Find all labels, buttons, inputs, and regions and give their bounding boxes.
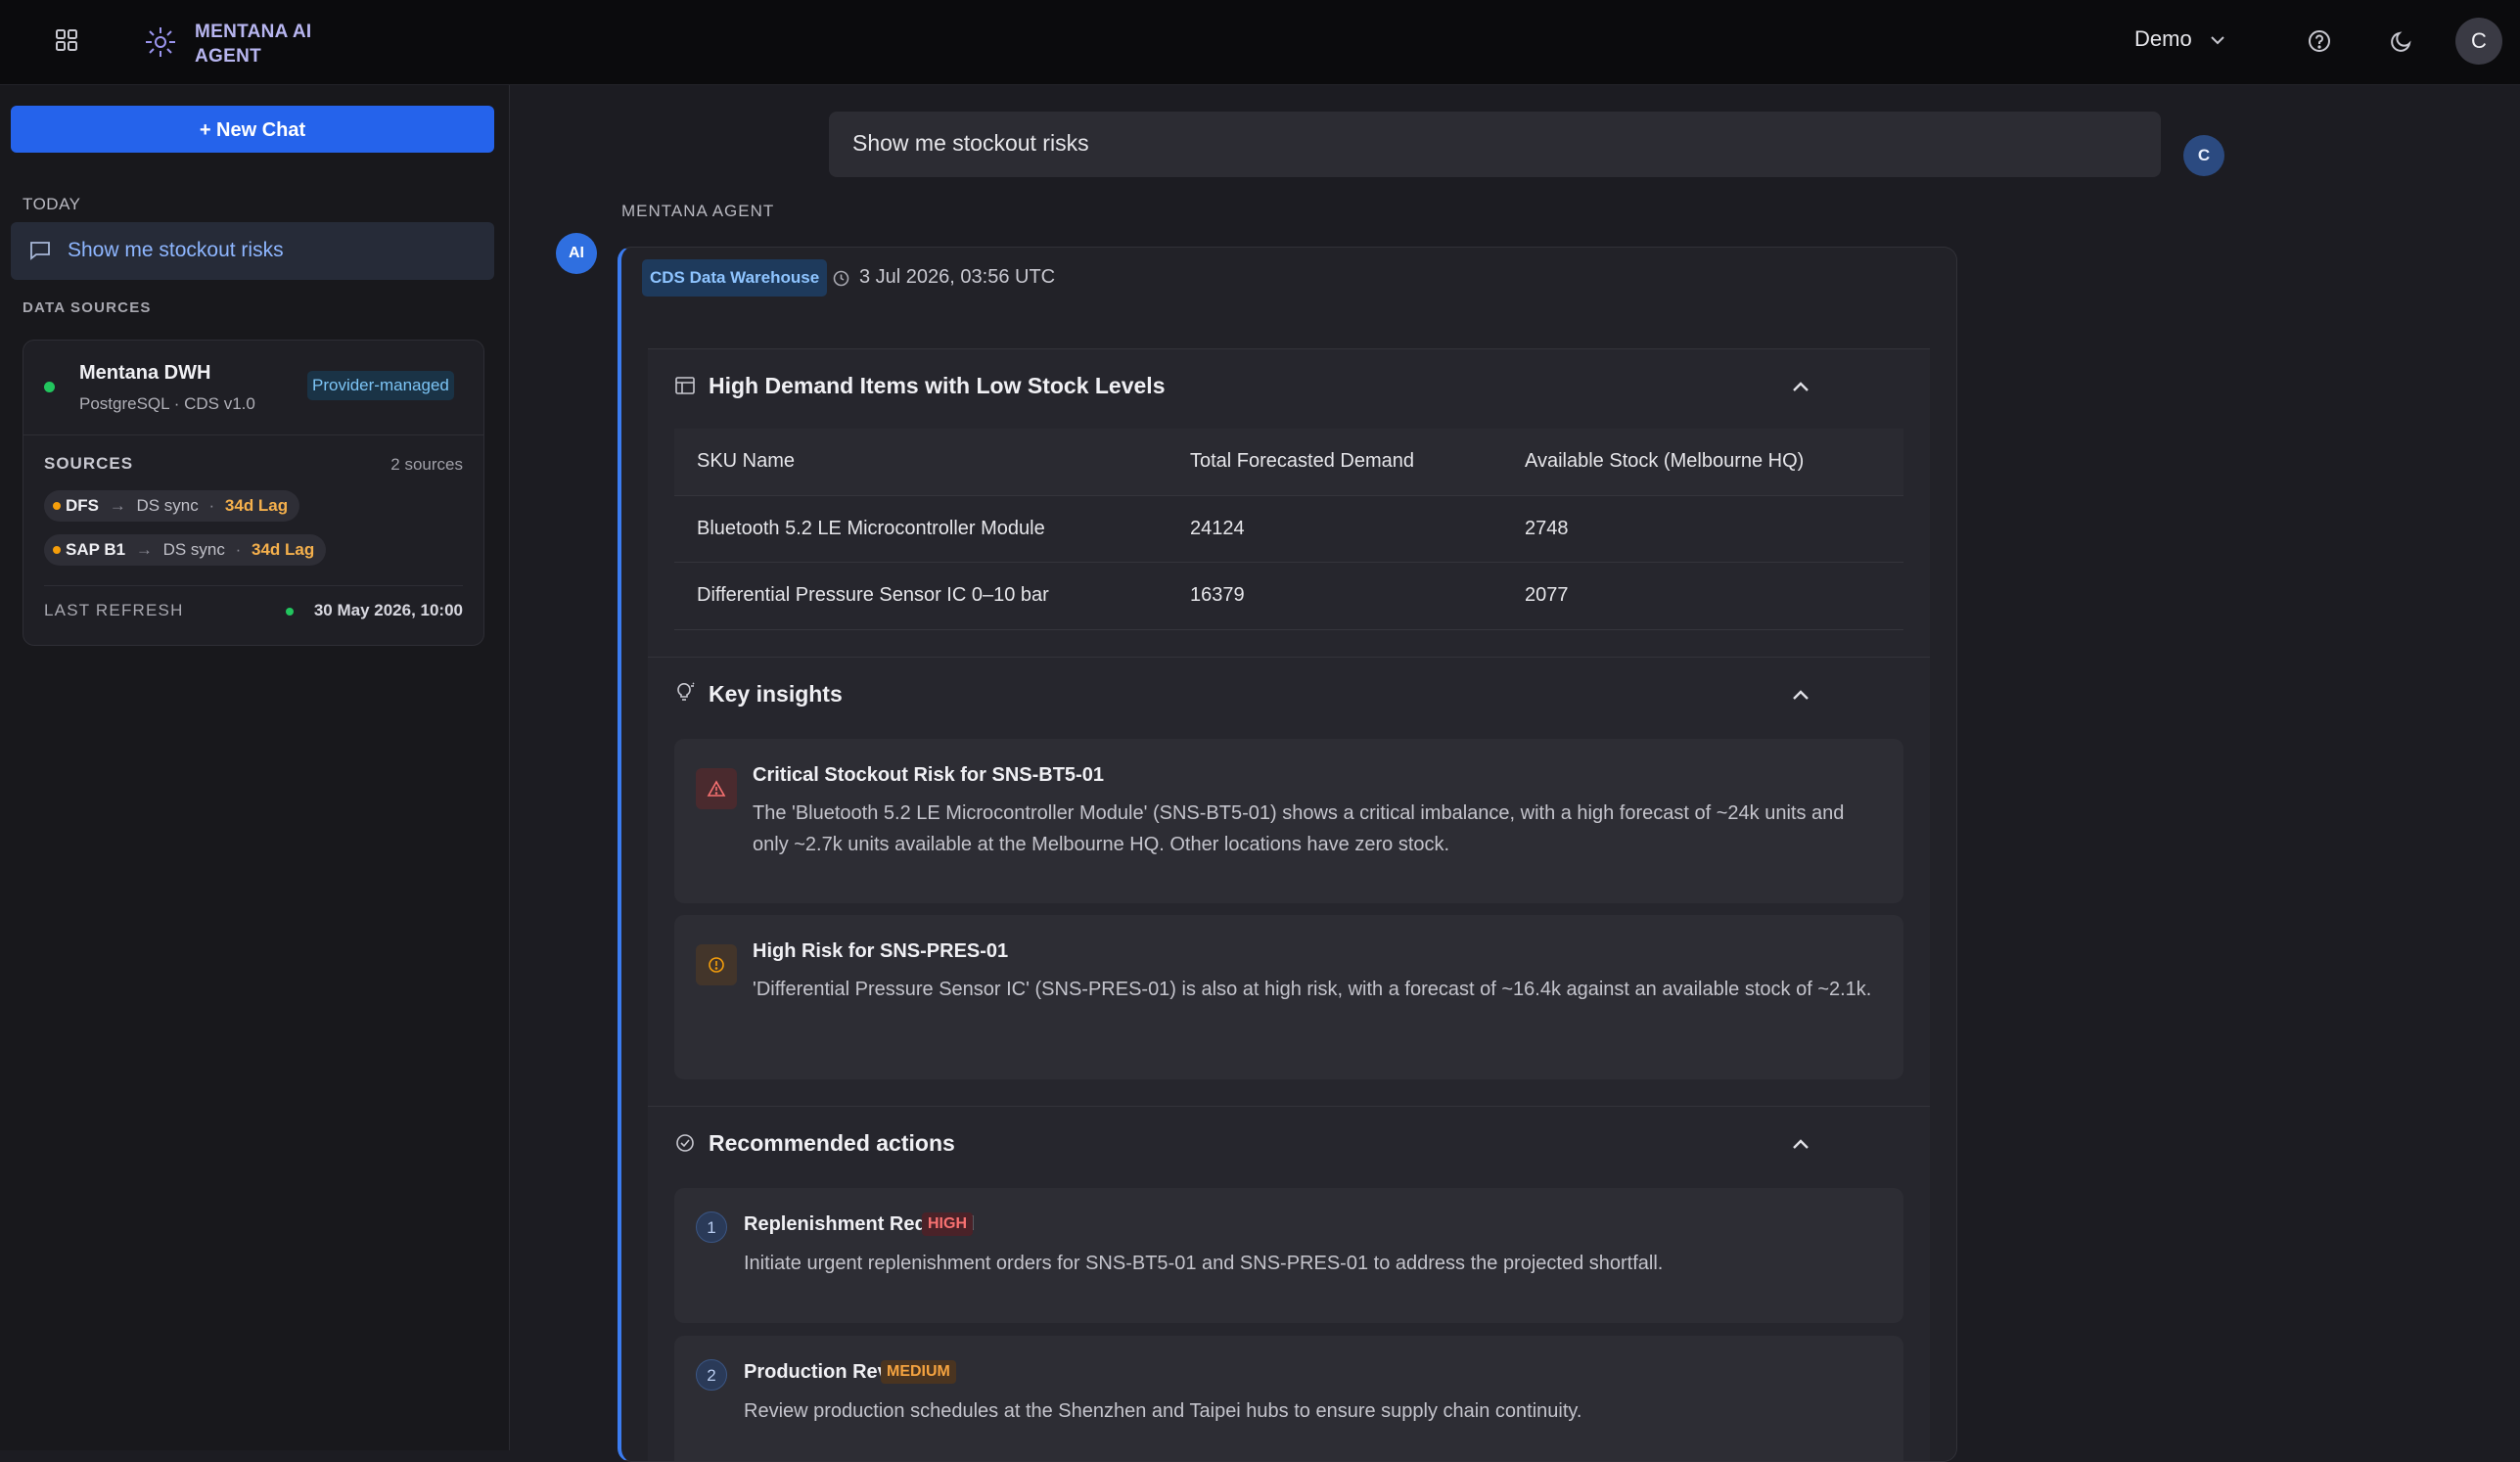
actions-section: Recommended actions 1 Replenishment Requ… [648, 1106, 1930, 1461]
divider [44, 585, 463, 586]
separator: · [208, 496, 215, 515]
chevron-down-icon[interactable] [2209, 31, 2226, 49]
actions-section-title: Recommended actions [709, 1130, 955, 1156]
table-cell: Differential Pressure Sensor IC 0–10 bar [697, 584, 1049, 606]
status-dot [286, 608, 294, 616]
table-cell: 16379 [1190, 584, 1245, 606]
arrow-right-icon: → [135, 540, 153, 559]
table-icon [675, 377, 695, 394]
column-header: Available Stock (Melbourne HQ) [1525, 450, 1805, 472]
source-chip-dfs[interactable]: DFS → DS sync · 34d Lag [44, 490, 300, 522]
data-source-card[interactable]: Mentana DWH PostgreSQL · CDS v1.0 Provid… [23, 340, 484, 646]
insight-card: High Risk for SNS-PRES-01 'Differential … [674, 915, 1903, 1079]
insight-icon-box [696, 768, 737, 809]
help-icon[interactable] [2306, 27, 2333, 55]
status-dot [44, 382, 55, 392]
column-header: Total Forecasted Demand [1190, 450, 1415, 472]
new-chat-button[interactable]: + New Chat [11, 106, 494, 153]
warning-triangle-icon [707, 780, 726, 797]
action-card: 1 Replenishment Required HIGH Initiate u… [674, 1188, 1903, 1323]
agent-label: MENTANA AGENT [621, 202, 775, 220]
source-chip-name: DFS [66, 496, 99, 515]
last-refresh-value: 30 May 2026, 10:00 [313, 601, 463, 619]
sources-label: SOURCES [44, 454, 134, 473]
data-source-name: Mentana DWH [79, 362, 211, 384]
data-source-subtitle: PostgreSQL · CDS v1.0 [79, 394, 255, 413]
table-row: Bluetooth 5.2 LE Microcontroller Module … [674, 495, 1903, 563]
lag-dot [53, 546, 61, 554]
insight-body: 'Differential Pressure Sensor IC' (SNS-P… [753, 979, 1872, 1000]
source-chip-sync: DS sync [136, 496, 199, 515]
workspace-selector[interactable]: Demo [2134, 26, 2192, 52]
top-bar: MENTANA AI AGENT Demo C [0, 0, 2520, 85]
table-cell: 2077 [1525, 584, 1569, 606]
brand-name: MENTANA AI AGENT [195, 22, 312, 67]
insight-title: Critical Stockout Risk for SNS-BT5-01 [753, 764, 1104, 786]
insight-card: Critical Stockout Risk for SNS-BT5-01 Th… [674, 739, 1903, 903]
action-number: 2 [696, 1359, 727, 1391]
chevron-up-icon[interactable] [1788, 1131, 1813, 1157]
check-circle-icon [676, 1134, 694, 1152]
response-timestamp: 3 Jul 2026, 03:56 UTC [859, 266, 1056, 288]
action-number: 1 [696, 1211, 727, 1243]
action-body: Initiate urgent replenishment orders for… [744, 1253, 1664, 1274]
user-avatar[interactable]: C [2455, 18, 2502, 65]
last-refresh-label: LAST REFRESH [44, 601, 184, 619]
arrow-right-icon: → [109, 496, 126, 515]
insights-section: Key insights Critical Stockout Risk for … [648, 657, 1930, 1106]
table-section-title: High Demand Items with Low Stock Levels [709, 373, 1166, 398]
action-card: 2 Production Review MEDIUM Review produc… [674, 1336, 1903, 1461]
lag-dot [53, 502, 61, 510]
chat-history-label: Show me stockout risks [68, 239, 284, 261]
action-body: Review production schedules at the Shenz… [744, 1400, 1582, 1422]
table-section: High Demand Items with Low Stock Levels … [648, 348, 1930, 657]
column-header: SKU Name [697, 450, 796, 472]
today-label: TODAY [23, 195, 81, 213]
sidebar: + New Chat TODAY Show me stockout risks … [0, 85, 510, 1450]
sources-count: 2 sources [390, 455, 463, 474]
agent-avatar: AI [556, 233, 597, 274]
data-sources-label: DATA SOURCES [23, 299, 152, 316]
chat-bubble-icon [30, 242, 50, 260]
source-chip-lag: 34d Lag [224, 496, 289, 515]
separator: · [235, 540, 242, 559]
priority-badge: MEDIUM [881, 1360, 956, 1384]
priority-badge: HIGH [922, 1212, 973, 1236]
table-cell: Bluetooth 5.2 LE Microcontroller Module [697, 518, 1045, 539]
divider [23, 434, 483, 435]
source-chip-sync: DS sync [162, 540, 225, 559]
chat-history-item[interactable]: Show me stockout risks [11, 222, 494, 280]
alert-circle-icon [709, 957, 724, 973]
chevron-up-icon[interactable] [1788, 682, 1813, 708]
table-row: Differential Pressure Sensor IC 0–10 bar… [674, 562, 1903, 630]
insight-title: High Risk for SNS-PRES-01 [753, 940, 1009, 962]
table-cell: 24124 [1190, 518, 1245, 539]
source-badge: CDS Data Warehouse [642, 259, 828, 297]
clock-icon [833, 270, 849, 287]
apps-grid-icon[interactable] [55, 28, 78, 52]
provider-badge: Provider-managed [307, 371, 454, 400]
insights-section-title: Key insights [709, 681, 843, 707]
brand-logo-icon [146, 27, 175, 57]
source-chip-name: SAP B1 [66, 540, 126, 559]
source-chip-lag: 34d Lag [252, 540, 315, 559]
lightbulb-icon [677, 682, 695, 701]
table-header-row: SKU Name Total Forecasted Demand Availab… [674, 429, 1903, 495]
agent-response-card: CDS Data Warehouse 3 Jul 2026, 03:56 UTC… [618, 247, 1957, 1462]
chevron-up-icon[interactable] [1788, 374, 1813, 399]
insight-body: The 'Bluetooth 5.2 LE Microcontroller Mo… [753, 802, 1845, 855]
user-message-text: Show me stockout risks [852, 130, 1089, 156]
user-message: Show me stockout risks [829, 112, 2161, 177]
source-chip-sap[interactable]: SAP B1 → DS sync · 34d Lag [44, 534, 327, 566]
dark-mode-icon[interactable] [2388, 27, 2415, 55]
table-cell: 2748 [1525, 518, 1569, 539]
insight-icon-box [696, 944, 737, 985]
user-message-avatar: C [2183, 135, 2224, 176]
